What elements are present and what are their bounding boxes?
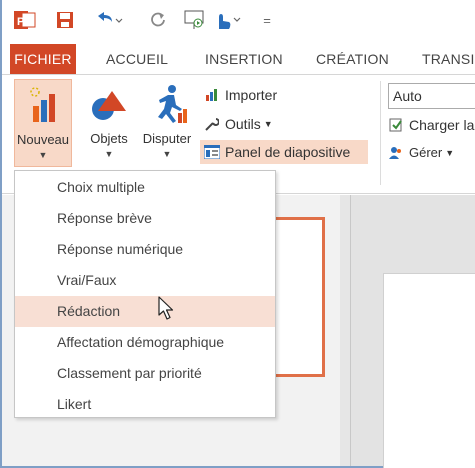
quick-access-toolbar: P = [2, 0, 475, 42]
svg-text:P: P [17, 16, 24, 28]
slide-canvas[interactable] [383, 273, 475, 468]
menu-item-redaction[interactable]: Rédaction [15, 296, 275, 327]
mouse-cursor-icon [158, 296, 178, 322]
menu-item-classement-priorite[interactable]: Classement par priorité [15, 358, 275, 389]
gerer-label: Gérer [409, 145, 443, 160]
tab-creation[interactable]: CRÉATION [316, 44, 389, 74]
import-chart-icon [204, 87, 220, 103]
panel-diapositive-button[interactable]: Panel de diapositive [200, 140, 368, 164]
charger-label: Charger la [409, 117, 475, 133]
undo-icon[interactable] [94, 9, 124, 31]
touch-mode-icon[interactable] [212, 9, 244, 31]
chevron-down-icon: ▼ [104, 149, 114, 159]
disputer-button[interactable]: Disputer ▼ [138, 79, 196, 167]
presentation-icon[interactable] [182, 9, 208, 31]
powerpoint-logo-icon: P [14, 9, 36, 31]
slide-editor [351, 195, 475, 468]
users-icon [388, 145, 404, 161]
wrench-icon [204, 116, 220, 132]
menu-item-reponse-numerique[interactable]: Réponse numérique [15, 234, 275, 265]
menu-item-choix-multiple[interactable]: Choix multiple [15, 172, 275, 203]
outils-label: Outils [225, 116, 261, 132]
chevron-down-icon: ▼ [162, 149, 172, 159]
menu-item-vrai-faux[interactable]: Vrai/Faux [15, 265, 275, 296]
importer-label: Importer [225, 87, 278, 103]
ribbon-separator [380, 81, 381, 185]
redo-icon[interactable] [148, 9, 168, 31]
chevron-down-icon: ▼ [38, 150, 48, 160]
menu-item-likert[interactable]: Likert [15, 389, 275, 420]
customize-icon[interactable]: = [260, 9, 274, 31]
objets-button[interactable]: Objets ▼ [84, 79, 134, 167]
load-icon [388, 117, 404, 133]
runner-icon [148, 83, 188, 128]
importer-button[interactable]: Importer [204, 83, 277, 107]
menu-item-affectation-demographique[interactable]: Affectation démographique [15, 327, 275, 358]
chevron-down-icon: ▼ [263, 119, 273, 129]
nouveau-button[interactable]: Nouveau ▼ [14, 79, 72, 167]
shapes-icon [90, 87, 130, 126]
disputer-label: Disputer [142, 131, 192, 146]
ribbon-tabs: FICHIER ACCUEIL INSERTION CRÉATION TRANS… [2, 44, 475, 74]
slide-panel-icon [204, 144, 220, 160]
nouveau-label: Nouveau [16, 132, 70, 147]
outils-button[interactable]: Outils ▼ [204, 112, 273, 136]
menu-item-reponse-breve[interactable]: Réponse brève [15, 203, 275, 234]
new-chart-icon [27, 84, 61, 127]
auto-select[interactable]: Auto [388, 83, 475, 109]
gerer-button[interactable]: Gérer ▼ [388, 141, 454, 165]
chevron-down-icon: ▼ [445, 148, 455, 158]
save-icon[interactable] [55, 9, 75, 31]
nouveau-dropdown-menu: Choix multiple Réponse brève Réponse num… [14, 170, 276, 418]
tab-accueil[interactable]: ACCUEIL [106, 44, 168, 74]
objets-label: Objets [90, 131, 128, 146]
charger-button[interactable]: Charger la [388, 113, 474, 137]
tab-insertion[interactable]: INSERTION [205, 44, 283, 74]
tab-fichier[interactable]: FICHIER [10, 44, 76, 74]
tab-transitions[interactable]: TRANSI [422, 44, 475, 74]
panel-label: Panel de diapositive [225, 144, 351, 160]
